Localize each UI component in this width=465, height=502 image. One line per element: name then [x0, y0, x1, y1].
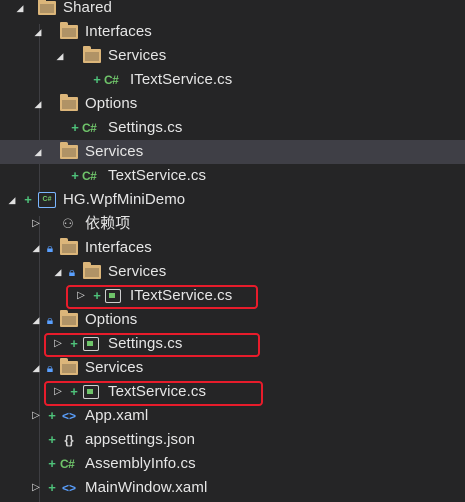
csharp-project-icon: C#	[38, 192, 56, 208]
tree-row-itextservice[interactable]: + C# ITextService.cs	[0, 68, 465, 92]
tree-row-shared-interfaces-services[interactable]: ◢ Services	[0, 44, 465, 68]
plus-icon: +	[93, 72, 101, 87]
collapsed-arrow-icon[interactable]: ▷	[30, 404, 42, 428]
tree-label: Shared	[63, 0, 112, 16]
folder-icon	[60, 22, 78, 39]
lock-icon: 🔒︎	[46, 241, 54, 255]
dependencies-icon: ⚇	[62, 216, 74, 231]
expanded-arrow-icon[interactable]: ◢	[30, 356, 42, 380]
tree-row-settings[interactable]: + C# Settings.cs	[0, 116, 465, 140]
tree-label: Services	[108, 263, 167, 280]
plus-icon: +	[48, 480, 56, 495]
expanded-arrow-icon[interactable]: ◢	[32, 92, 44, 116]
expanded-arrow-icon[interactable]: ◢	[32, 20, 44, 44]
folder-icon	[38, 0, 56, 15]
tree-label: Interfaces	[85, 239, 152, 256]
tree-label: Services	[108, 47, 167, 64]
tree-row-proj-interfaces-services[interactable]: ◢ 🔒︎ Services	[0, 260, 465, 284]
tree-row-textservice[interactable]: + C# TextService.cs	[0, 164, 465, 188]
expanded-arrow-icon[interactable]: ◢	[6, 188, 18, 212]
expanded-arrow-icon[interactable]: ◢	[30, 236, 42, 260]
tree-label: App.xaml	[85, 407, 149, 424]
plus-icon: +	[48, 456, 56, 471]
folder-icon	[60, 238, 78, 255]
tree-label: AssemblyInfo.cs	[85, 455, 196, 472]
tree-label: Interfaces	[85, 23, 152, 40]
tree-label: Services	[85, 359, 144, 376]
folder-icon	[60, 94, 78, 111]
tree-row-dependencies[interactable]: ▷ ⚇ 依赖项	[0, 212, 465, 236]
collapsed-arrow-icon[interactable]: ▷	[30, 212, 42, 236]
expanded-arrow-icon[interactable]: ◢	[14, 0, 26, 20]
expanded-arrow-icon[interactable]: ◢	[54, 44, 66, 68]
highlight-box-settings	[44, 333, 260, 357]
tree-label: TextService.cs	[108, 167, 207, 184]
tree-label: appsettings.json	[85, 431, 196, 448]
expanded-arrow-icon[interactable]: ◢	[30, 308, 42, 332]
folder-icon	[60, 142, 78, 159]
plus-icon: +	[71, 168, 79, 183]
tree-label: Services	[85, 143, 144, 160]
tree-row-shared-services[interactable]: ◢ Services	[0, 140, 465, 164]
tree-row-proj-options[interactable]: ◢ 🔒︎ Options	[0, 308, 465, 332]
tree-row-shared-options[interactable]: ◢ Options	[0, 92, 465, 116]
collapsed-arrow-icon[interactable]: ▷	[30, 476, 42, 500]
plus-icon: +	[48, 408, 56, 423]
highlight-box-textservice	[44, 381, 263, 406]
tree-label: Settings.cs	[108, 119, 183, 136]
json-file-icon: {}	[64, 433, 74, 447]
tree-label: Options	[85, 311, 138, 328]
folder-icon	[60, 358, 78, 375]
tree-row-appsettings[interactable]: + {} appsettings.json	[0, 428, 465, 452]
tree-label: Options	[85, 95, 138, 112]
csharp-file-icon: C#	[82, 169, 97, 183]
xaml-file-icon: <>	[61, 481, 76, 495]
tree-row-app-xaml[interactable]: ▷ + <> App.xaml	[0, 404, 465, 428]
csharp-file-icon: C#	[104, 73, 119, 87]
lock-icon: 🔒︎	[68, 265, 76, 279]
highlight-box-itextservice	[66, 285, 258, 309]
lock-icon: 🔒︎	[46, 313, 54, 327]
tree-label: 依赖项	[85, 215, 131, 232]
tree-row-proj-interfaces[interactable]: ◢ 🔒︎ Interfaces	[0, 236, 465, 260]
folder-icon	[60, 310, 78, 327]
tree-label: ITextService.cs	[130, 71, 233, 88]
xaml-file-icon: <>	[61, 409, 76, 423]
plus-icon: +	[24, 192, 32, 207]
expanded-arrow-icon[interactable]: ◢	[52, 260, 64, 284]
tree-row-assemblyinfo[interactable]: + C# AssemblyInfo.cs	[0, 452, 465, 476]
folder-icon	[83, 262, 101, 279]
tree-label: HG.WpfMiniDemo	[63, 191, 186, 208]
tree-row-proj-services[interactable]: ◢ 🔒︎ Services	[0, 356, 465, 380]
csharp-file-icon: C#	[60, 457, 75, 471]
expanded-arrow-icon[interactable]: ◢	[32, 140, 44, 164]
plus-icon: +	[48, 432, 56, 447]
plus-icon: +	[71, 120, 79, 135]
tree-row-mainwindow[interactable]: ▷ + <> MainWindow.xaml	[0, 476, 465, 500]
lock-icon: 🔒︎	[46, 361, 54, 375]
folder-icon	[83, 46, 101, 63]
tree-row-shared-interfaces[interactable]: ◢ Interfaces	[0, 20, 465, 44]
tree-row-project[interactable]: ◢ + C# HG.WpfMiniDemo	[0, 188, 465, 212]
tree-label: MainWindow.xaml	[85, 479, 208, 496]
csharp-file-icon: C#	[82, 121, 97, 135]
tree-row-shared[interactable]: ◢ Shared	[0, 0, 465, 20]
